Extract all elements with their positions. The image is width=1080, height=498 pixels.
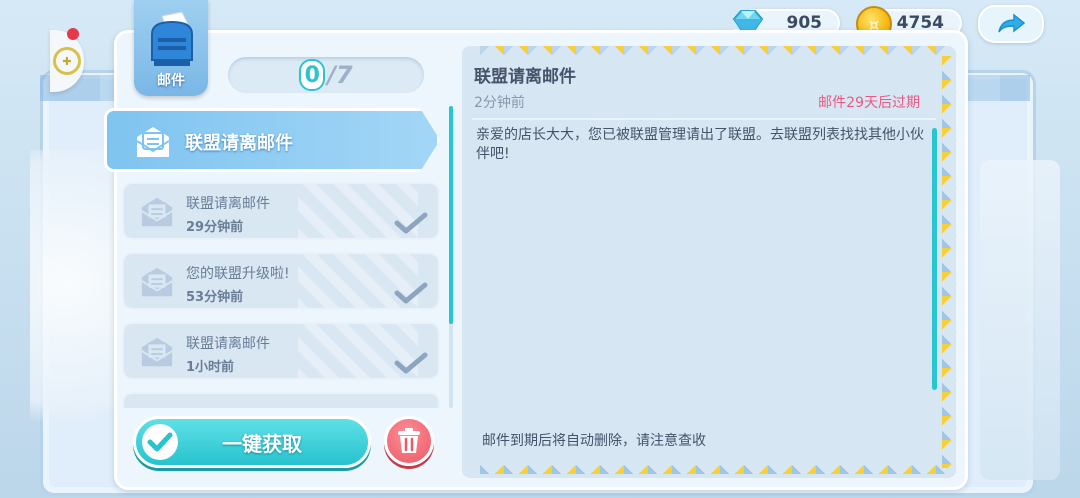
trash-icon <box>398 428 420 453</box>
notification-dot <box>67 28 79 40</box>
share-button[interactable] <box>978 5 1044 43</box>
envelope-icon <box>141 267 173 297</box>
list-item[interactable] <box>122 392 440 408</box>
mailbox-tab: 邮件 <box>134 0 208 96</box>
list-item[interactable]: 您的联盟升级啦! 53分钟前 <box>122 252 440 310</box>
mail-title: 联盟请离邮件 <box>186 196 270 212</box>
mail-detail: 联盟请离邮件 2分钟前 邮件29天后过期 亲爱的店长大大，您已被联盟管理请出了联… <box>462 46 956 478</box>
mail-list: 联盟请离邮件 联盟请离邮件 29分钟前 您的联盟升级啦! 53分钟前 联盟请离邮… <box>104 108 444 408</box>
delete-button[interactable] <box>384 416 434 466</box>
mail-time: 53分钟前 <box>186 290 244 305</box>
checkmark-icon <box>394 352 428 374</box>
detail-expire: 邮件29天后过期 <box>818 95 920 111</box>
list-item[interactable]: 联盟请离邮件 29分钟前 <box>122 182 440 240</box>
decorative-border-top <box>480 46 950 58</box>
detail-title: 联盟请离邮件 <box>474 67 576 87</box>
background-decoration-right <box>980 160 1060 480</box>
mail-title: 您的联盟升级啦! <box>186 266 290 282</box>
mail-counter: 0 /7 <box>228 57 424 93</box>
total-count: /7 <box>327 61 353 89</box>
detail-divider <box>472 118 936 120</box>
mail-time: 1小时前 <box>186 360 235 375</box>
detail-body: 亲爱的店长大大，您已被联盟管理请出了联盟。去联盟列表找找其他小伙伴吧! <box>476 127 924 162</box>
list-item-selected[interactable]: 联盟请离邮件 <box>104 108 440 172</box>
share-arrow-icon <box>998 13 1026 33</box>
decorative-border-bottom <box>480 462 950 474</box>
gamepad-icon: ✚ <box>53 47 81 75</box>
envelope-icon <box>141 197 173 227</box>
list-item[interactable]: 联盟请离邮件 1小时前 <box>122 322 440 380</box>
detail-footer: 邮件到期后将自动删除，请注意查收 <box>482 433 706 449</box>
checkmark-icon <box>142 424 178 460</box>
list-scrollbar[interactable] <box>449 106 453 324</box>
decorative-border-right <box>942 56 956 468</box>
mailbox-label: 邮件 <box>157 73 185 89</box>
detail-time: 2分钟前 <box>474 95 525 111</box>
read-count: 0 <box>299 59 326 91</box>
checkmark-icon <box>394 212 428 234</box>
detail-scrollbar[interactable] <box>932 128 937 390</box>
mailbox-icon <box>151 11 193 66</box>
mail-time: 29分钟前 <box>186 220 244 235</box>
envelope-icon <box>141 337 173 367</box>
checkmark-icon <box>394 282 428 304</box>
mail-title: 联盟请离邮件 <box>186 336 270 352</box>
mail-title: 联盟请离邮件 <box>185 133 293 154</box>
collect-all-button[interactable]: 一键获取 <box>133 416 371 468</box>
envelope-icon <box>136 127 170 157</box>
